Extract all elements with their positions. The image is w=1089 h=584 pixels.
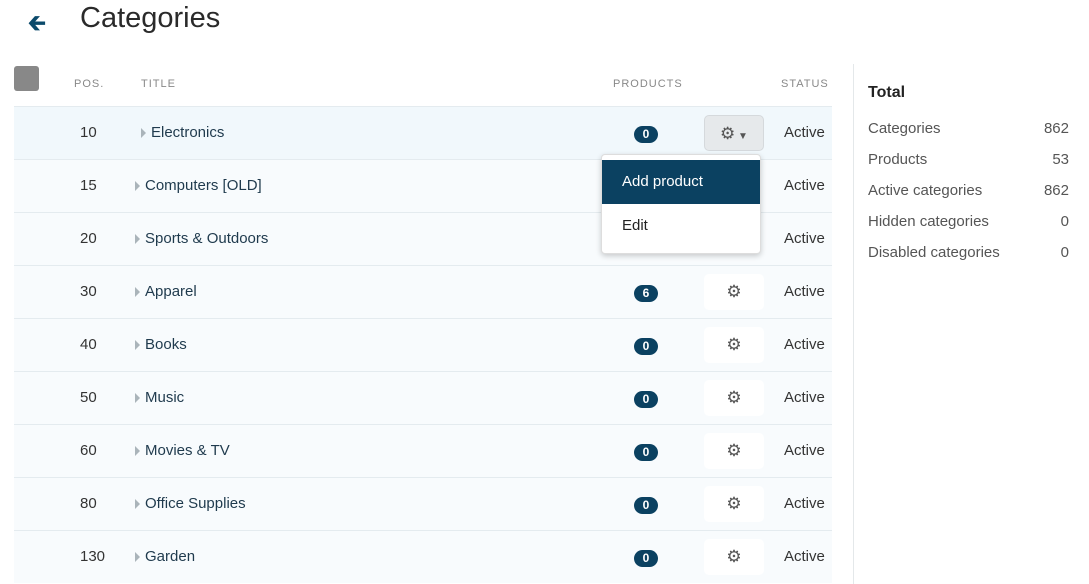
row-position: 40	[80, 336, 97, 353]
category-title-link[interactable]: Electronics	[151, 124, 224, 141]
products-count-badge: 0	[634, 444, 658, 461]
status-text: Active	[784, 336, 825, 353]
stat-row: Disabled categories 0	[868, 244, 1069, 275]
page-title: Categories	[80, 2, 221, 34]
status-text: Active	[784, 124, 825, 141]
status-text: Active	[784, 389, 825, 406]
row-actions-button[interactable]: ⚙	[704, 433, 764, 469]
status-text: Active	[784, 283, 825, 300]
row-position: 30	[80, 283, 97, 300]
stat-value: 862	[1043, 120, 1069, 137]
status-text: Active	[784, 177, 825, 194]
category-title-link[interactable]: Movies & TV	[145, 442, 230, 459]
col-pos: POS.	[74, 78, 105, 90]
expand-icon[interactable]	[135, 393, 140, 403]
row-position: 50	[80, 389, 97, 406]
category-title-link[interactable]: Books	[145, 336, 187, 353]
row-position: 20	[80, 230, 97, 247]
table-row: 30 Apparel 6 ⚙ Active	[14, 265, 832, 318]
back-button[interactable]: 🡰	[28, 6, 46, 44]
expand-icon[interactable]	[141, 128, 146, 138]
gear-icon: ⚙	[726, 388, 742, 407]
caret-down-icon: ▼	[735, 131, 748, 142]
row-position: 10	[80, 124, 97, 141]
col-status: STATUS	[781, 78, 829, 90]
stat-value: 53	[1052, 151, 1069, 168]
expand-icon[interactable]	[135, 181, 140, 191]
status-text: Active	[784, 230, 825, 247]
row-actions-button[interactable]: ⚙	[704, 539, 764, 575]
col-title: TITLE	[141, 78, 176, 90]
table-row: 40 Books 0 ⚙ Active	[14, 318, 832, 371]
expand-icon[interactable]	[135, 446, 140, 456]
stat-label: Products	[868, 151, 928, 168]
status-text: Active	[784, 442, 825, 459]
category-title-link[interactable]: Garden	[145, 548, 195, 565]
products-count-badge: 0	[634, 550, 658, 567]
category-title-link[interactable]: Apparel	[145, 283, 197, 300]
status-text: Active	[784, 548, 825, 565]
add-product-menu-item[interactable]: Add product	[602, 160, 760, 204]
category-title-link[interactable]: Sports & Outdoors	[145, 230, 268, 247]
stat-row: Products 53	[868, 151, 1069, 182]
row-actions-button[interactable]: ⚙	[704, 274, 764, 310]
products-count-badge: 0	[634, 497, 658, 514]
totals-sidebar: Total Categories 862 Products 53 Active cate…	[853, 64, 1089, 584]
row-actions-button[interactable]: ⚙	[704, 380, 764, 416]
row-position: 80	[80, 495, 97, 512]
row-position: 60	[80, 442, 97, 459]
row-position: 130	[80, 548, 106, 565]
products-count-badge: 0	[634, 126, 658, 143]
category-title-link[interactable]: Music	[145, 389, 184, 406]
arrow-left-icon: 🡰	[28, 10, 46, 35]
edit-menu-item[interactable]: Edit	[602, 204, 760, 248]
table-header: POS. TITLE PRODUCTS STATUS	[14, 64, 832, 106]
products-count-badge: 6	[634, 285, 658, 302]
category-title-link[interactable]: Computers [OLD]	[145, 177, 262, 194]
expand-icon[interactable]	[135, 287, 140, 297]
gear-icon: ⚙	[726, 441, 742, 460]
select-all-checkbox[interactable]	[14, 66, 39, 91]
stat-value: 862	[1043, 182, 1069, 199]
expand-icon[interactable]	[135, 340, 140, 350]
products-count-badge: 0	[634, 338, 658, 355]
expand-icon[interactable]	[135, 234, 140, 244]
expand-icon[interactable]	[135, 499, 140, 509]
sidebar-title: Total	[868, 84, 906, 101]
table-row: 60 Movies & TV 0 ⚙ Active	[14, 424, 832, 477]
stat-row: Active categories 862	[868, 182, 1069, 213]
status-text: Active	[784, 495, 825, 512]
table-row: 80 Office Supplies 0 ⚙ Active	[14, 477, 832, 530]
row-position: 15	[80, 177, 97, 194]
stat-row: Categories 862	[868, 120, 1069, 151]
row-actions-button[interactable]: ⚙	[704, 486, 764, 522]
category-title-link[interactable]: Office Supplies	[145, 495, 246, 512]
actions-dropdown: Add product Edit	[601, 154, 761, 254]
stat-label: Categories	[868, 120, 941, 137]
gear-icon: ⚙	[720, 124, 736, 143]
stat-label: Active categories	[868, 182, 983, 199]
table-row: 10 Electronics 0 ⚙ ▼ Active	[14, 106, 832, 159]
stat-label: Hidden categories	[868, 213, 989, 230]
stat-label: Disabled categories	[868, 244, 1000, 261]
row-actions-button[interactable]: ⚙	[704, 327, 764, 363]
table-row: 130 Garden 0 ⚙ Active	[14, 530, 832, 583]
col-products: PRODUCTS	[613, 78, 683, 90]
row-actions-button[interactable]: ⚙ ▼	[704, 115, 764, 151]
gear-icon: ⚙	[726, 335, 742, 354]
stat-row: Hidden categories 0	[868, 213, 1069, 244]
categories-table: POS. TITLE PRODUCTS STATUS 10 Electronic…	[14, 64, 832, 583]
expand-icon[interactable]	[135, 552, 140, 562]
gear-icon: ⚙	[726, 494, 742, 513]
stat-value: 0	[1060, 244, 1069, 261]
table-row: 50 Music 0 ⚙ Active	[14, 371, 832, 424]
gear-icon: ⚙	[726, 547, 742, 566]
stat-value: 0	[1060, 213, 1069, 230]
products-count-badge: 0	[634, 391, 658, 408]
gear-icon: ⚙	[726, 282, 742, 301]
